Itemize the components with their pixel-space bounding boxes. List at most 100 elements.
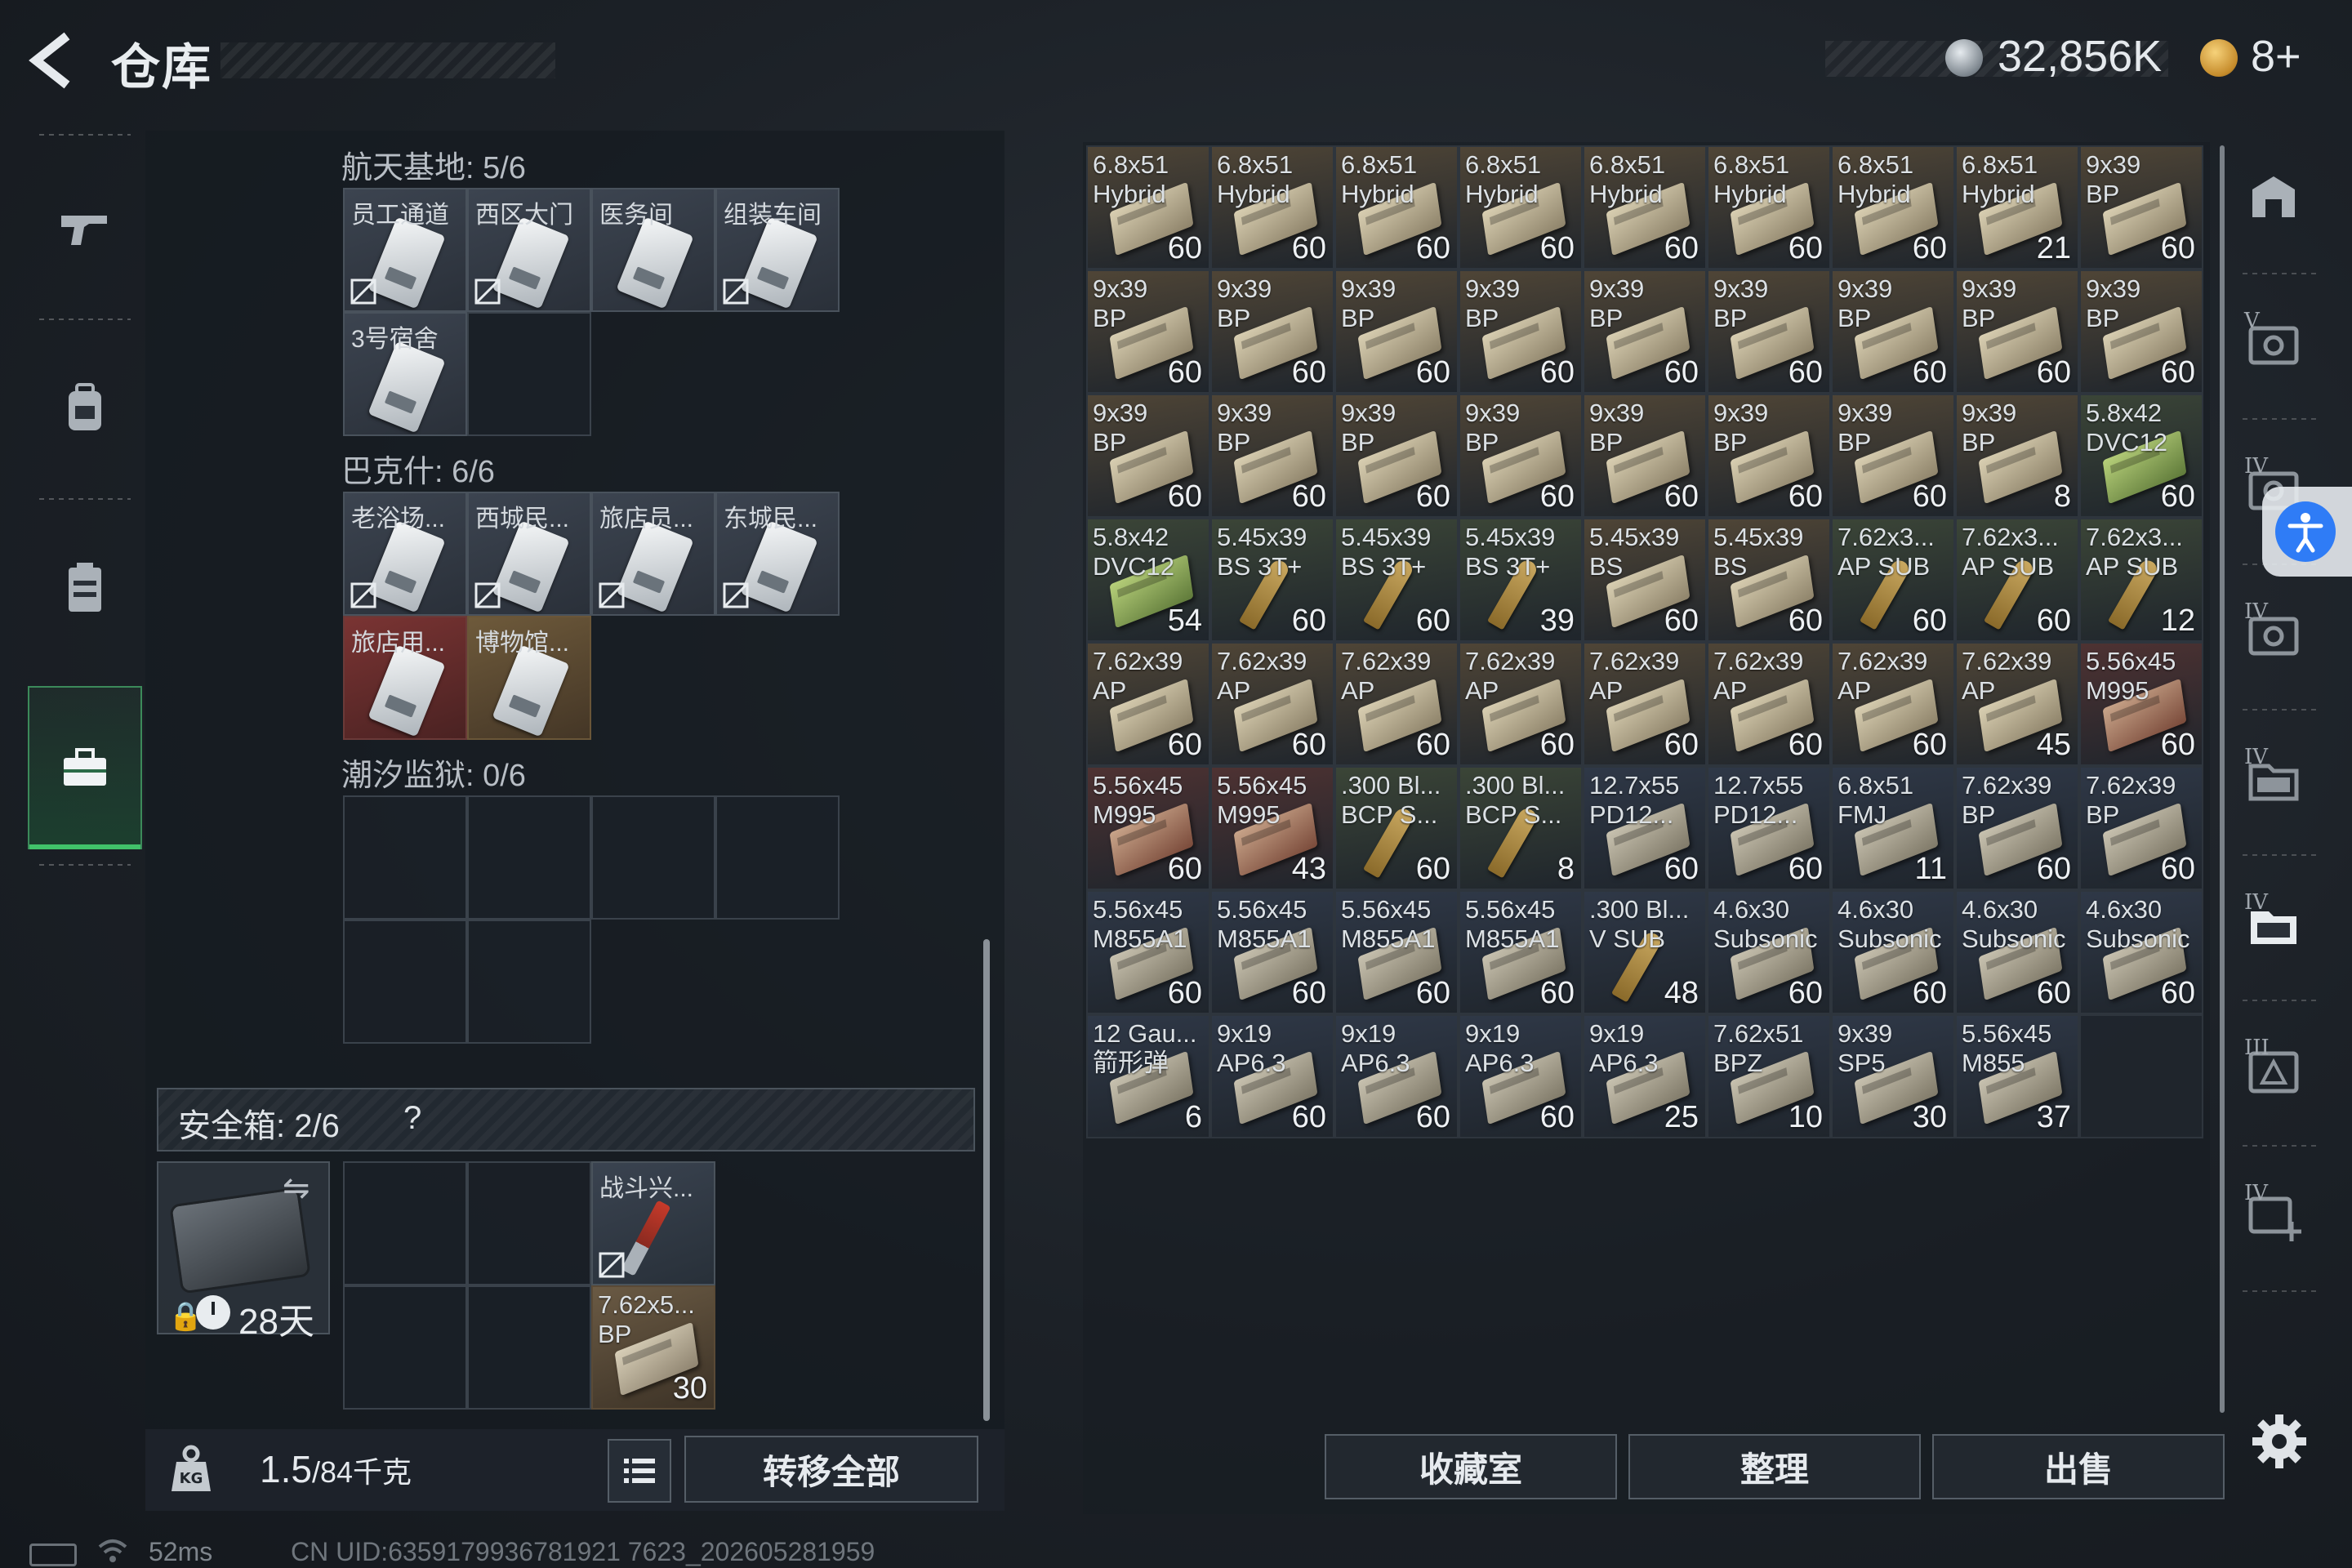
- key-item[interactable]: 医务间: [591, 188, 715, 312]
- ammo-item[interactable]: 5.56x45 M855A1 60: [1086, 890, 1210, 1014]
- back-arrow-icon[interactable]: [24, 31, 82, 90]
- ammo-item[interactable]: 12 Gau... 箭形弹 6: [1086, 1014, 1210, 1138]
- ammo-item[interactable]: 9x39 BP 60: [1210, 394, 1334, 518]
- key-item[interactable]: 组装车间: [715, 188, 840, 312]
- ammo-item[interactable]: 9x39 BP 60: [2079, 145, 2203, 270]
- safe-slot[interactable]: [343, 1285, 467, 1410]
- ammo-item[interactable]: 5.56x45 M855A1 60: [1210, 890, 1334, 1014]
- ammo-item[interactable]: 9x19 AP6.3 60: [1210, 1014, 1334, 1138]
- ammo-item[interactable]: 4.6x30 Subsonic 60: [1955, 890, 2079, 1014]
- ammo-item[interactable]: 9x39 BP 60: [1459, 270, 1583, 394]
- ammo-item[interactable]: 6.8x51 Hybrid 21: [1955, 145, 2079, 270]
- key-slot[interactable]: [467, 312, 591, 436]
- key-slot[interactable]: [467, 795, 591, 920]
- key-slot[interactable]: [715, 795, 840, 920]
- safe-item-ammo[interactable]: 7.62x5... BP 30: [591, 1285, 715, 1410]
- settings-gear-icon[interactable]: [2247, 1410, 2311, 1473]
- key-item[interactable]: 旅店员...: [591, 492, 715, 616]
- key-item[interactable]: 西区大门: [467, 188, 591, 312]
- sort-button[interactable]: 整理: [1628, 1434, 1921, 1499]
- storage-tab[interactable]: III: [2226, 1003, 2324, 1142]
- key-slot[interactable]: [467, 920, 591, 1044]
- swap-icon[interactable]: ⇋: [283, 1169, 310, 1207]
- ammo-item[interactable]: 9x39 BP 60: [1210, 270, 1334, 394]
- ammo-item[interactable]: 9x39 BP 60: [1831, 270, 1955, 394]
- ammo-item[interactable]: 5.45x39 BS 3T+ 39: [1459, 518, 1583, 642]
- safe-item-key[interactable]: 战斗兴...: [591, 1161, 715, 1285]
- ammo-item[interactable]: 6.8x51 Hybrid 60: [1707, 145, 1831, 270]
- ammo-item[interactable]: 9x39 BP 60: [1459, 394, 1583, 518]
- ammo-item[interactable]: 12.7x55 PD12... 60: [1583, 766, 1707, 890]
- storage-tab[interactable]: [2226, 131, 2324, 270]
- key-item[interactable]: 老浴场...: [343, 492, 467, 616]
- ammo-item[interactable]: 7.62x39 AP 60: [1459, 642, 1583, 766]
- ammo-item[interactable]: .300 Bl... V SUB 48: [1583, 890, 1707, 1014]
- ammo-item[interactable]: 9x39 BP 60: [1583, 270, 1707, 394]
- safe-slot[interactable]: [467, 1285, 591, 1410]
- storage-tab[interactable]: IV: [2226, 858, 2324, 996]
- ammo-item[interactable]: 7.62x51 BPZ 10: [1707, 1014, 1831, 1138]
- key-item[interactable]: 西城民...: [467, 492, 591, 616]
- storage-tab[interactable]: IV: [2226, 1148, 2324, 1287]
- ammo-item[interactable]: 7.62x39 BP 60: [2079, 766, 2203, 890]
- key-item[interactable]: 3号宿舍: [343, 312, 467, 436]
- key-item[interactable]: 博物馆...: [467, 616, 591, 740]
- ammo-item[interactable]: 6.8x51 Hybrid 60: [1086, 145, 1210, 270]
- ticket-amount[interactable]: 8+: [2251, 31, 2301, 82]
- ammo-item[interactable]: 7.62x3... AP SUB 60: [1831, 518, 1955, 642]
- ammo-item[interactable]: 6.8x51 Hybrid 60: [1459, 145, 1583, 270]
- ammo-item[interactable]: 9x39 BP 60: [1707, 394, 1831, 518]
- ammo-item[interactable]: 5.56x45 M995 60: [1086, 766, 1210, 890]
- safe-slot[interactable]: [343, 1161, 467, 1285]
- ammo-item[interactable]: 5.56x45 M995 60: [2079, 642, 2203, 766]
- ammo-item[interactable]: 5.56x45 M855A1 60: [1459, 890, 1583, 1014]
- ammo-item[interactable]: 6.8x51 FMJ 11: [1831, 766, 1955, 890]
- ammo-item[interactable]: 4.6x30 Subsonic 60: [2079, 890, 2203, 1014]
- empty-slot[interactable]: [2079, 1014, 2203, 1138]
- ammo-item[interactable]: 9x39 BP 60: [1583, 394, 1707, 518]
- storage-tab[interactable]: IV: [2226, 712, 2324, 851]
- ammo-item[interactable]: 5.45x39 BS 3T+ 60: [1210, 518, 1334, 642]
- nav-weapon[interactable]: [28, 147, 142, 310]
- ammo-item[interactable]: 6.8x51 Hybrid 60: [1583, 145, 1707, 270]
- transfer-all-button[interactable]: 转移全部: [684, 1436, 978, 1503]
- ammo-item[interactable]: 7.62x39 AP 60: [1707, 642, 1831, 766]
- key-slot[interactable]: [591, 795, 715, 920]
- ammo-item[interactable]: 7.62x3... AP SUB 60: [1955, 518, 2079, 642]
- left-scrollbar[interactable]: [983, 939, 990, 1421]
- ammo-item[interactable]: 9x39 SP5 30: [1831, 1014, 1955, 1138]
- ammo-item[interactable]: 5.45x39 BS 60: [1583, 518, 1707, 642]
- ammo-item[interactable]: 5.45x39 BS 3T+ 60: [1334, 518, 1459, 642]
- ammo-item[interactable]: 9x39 BP 60: [1707, 270, 1831, 394]
- ammo-item[interactable]: 7.62x39 AP 60: [1831, 642, 1955, 766]
- key-item[interactable]: 员工通道: [343, 188, 467, 312]
- key-item[interactable]: 旅店用...: [343, 616, 467, 740]
- ammo-item[interactable]: 9x19 AP6.3 60: [1459, 1014, 1583, 1138]
- ammo-item[interactable]: 4.6x30 Subsonic 60: [1831, 890, 1955, 1014]
- key-slot[interactable]: [343, 795, 467, 920]
- ammo-item[interactable]: 7.62x39 AP 60: [1210, 642, 1334, 766]
- ammo-item[interactable]: 9x39 BP 60: [1086, 394, 1210, 518]
- collection-room-button[interactable]: 收藏室: [1325, 1434, 1617, 1499]
- ammo-item[interactable]: 5.45x39 BS 60: [1707, 518, 1831, 642]
- weight-kg-icon[interactable]: KG: [168, 1444, 214, 1494]
- nav-vest[interactable]: [28, 506, 142, 670]
- storage-tab[interactable]: IV: [2226, 567, 2324, 706]
- ammo-item[interactable]: 9x39 BP 60: [1334, 394, 1459, 518]
- ammo-item[interactable]: 7.62x39 AP 60: [1334, 642, 1459, 766]
- help-button[interactable]: ?: [403, 1100, 433, 1138]
- ammo-item[interactable]: .300 Bl... BCP S... 60: [1334, 766, 1459, 890]
- ammo-item[interactable]: 9x39 BP 60: [2079, 270, 2203, 394]
- ammo-item[interactable]: 6.8x51 Hybrid 60: [1831, 145, 1955, 270]
- ammo-item[interactable]: 9x19 AP6.3 25: [1583, 1014, 1707, 1138]
- ammo-item[interactable]: 6.8x51 Hybrid 60: [1210, 145, 1334, 270]
- ammo-item[interactable]: 5.8x42 DVC12 54: [1086, 518, 1210, 642]
- ammo-item[interactable]: 7.62x3... AP SUB 12: [2079, 518, 2203, 642]
- nav-toolbox[interactable]: [28, 686, 142, 849]
- ammo-item[interactable]: .300 Bl... BCP S... 8: [1459, 766, 1583, 890]
- ammo-item[interactable]: 9x39 BP 8: [1955, 394, 2079, 518]
- ammo-item[interactable]: 5.8x42 DVC12 60: [2079, 394, 2203, 518]
- ammo-item[interactable]: 7.62x39 BP 60: [1955, 766, 2079, 890]
- ammo-item[interactable]: 12.7x55 PD12... 60: [1707, 766, 1831, 890]
- key-item[interactable]: 东城民...: [715, 492, 840, 616]
